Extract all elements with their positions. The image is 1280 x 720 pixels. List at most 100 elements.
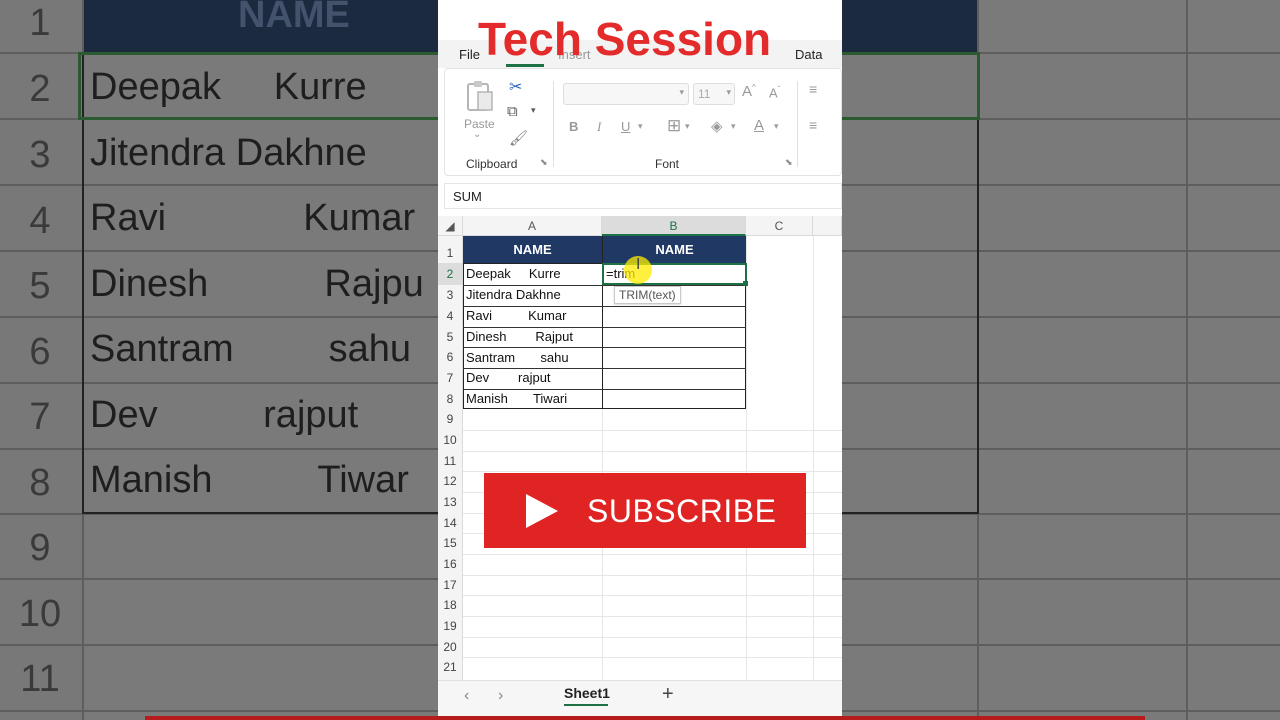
fill-handle[interactable] (743, 281, 748, 286)
underline-button[interactable]: U (621, 119, 630, 134)
format-painter-icon[interactable]: 🖌 (509, 129, 528, 147)
add-sheet-button[interactable]: + (662, 683, 674, 706)
row-header[interactable]: 1 (438, 236, 463, 263)
fill-color-icon[interactable]: ◈ (711, 117, 723, 135)
column-header-d[interactable] (813, 216, 842, 236)
name-cell[interactable]: Dev rajput (466, 370, 551, 385)
background-row-number: 4 (29, 200, 51, 242)
chevron-down-icon[interactable]: ▾ (731, 121, 736, 132)
italic-button[interactable]: I (597, 119, 601, 135)
dialog-launcher-icon[interactable]: ⬊ (785, 157, 793, 168)
header-cell-b1[interactable]: NAME (603, 236, 746, 263)
subscribe-button[interactable]: SUBSCRIBE (484, 473, 806, 548)
bold-button[interactable]: B (569, 119, 578, 134)
name-cell[interactable]: Deepak Kurre (466, 266, 561, 281)
background-name-cell: Deepak Kurre (90, 66, 367, 108)
column-header-c[interactable]: C (746, 216, 813, 236)
subscribe-label: SUBSCRIBE (587, 493, 777, 529)
sheet-tab-sheet1[interactable]: Sheet1 (564, 685, 610, 701)
column-header-b[interactable]: B (602, 216, 746, 236)
chevron-left-icon[interactable]: ‹ (464, 687, 469, 705)
row-header[interactable]: 4 (438, 306, 463, 327)
chevron-right-icon[interactable]: › (498, 687, 503, 705)
row-header[interactable]: 8 (438, 389, 463, 409)
row-header[interactable]: 3 (438, 285, 463, 306)
background-row-number: 2 (29, 68, 51, 110)
row-header[interactable]: 13 (438, 492, 463, 513)
background-row-number: 7 (29, 396, 51, 438)
row-header[interactable]: 10 (438, 430, 463, 451)
background-row-number: 9 (29, 527, 51, 569)
excel-window: File Insert Data Paste ⌄ ✂ ⧉ ▾ 🖌 Clipboa… (438, 0, 842, 720)
tab-file[interactable]: File (459, 47, 480, 62)
ribbon-home: Paste ⌄ ✂ ⧉ ▾ 🖌 Clipboard ⬊ ▾ 11 ▾ A^ Aˇ… (444, 68, 842, 176)
row-header[interactable]: 7 (438, 368, 463, 389)
font-size-value: 11 (698, 87, 711, 101)
background-name-cell: Santram sahu (90, 328, 412, 370)
font-group-label: Font (655, 157, 680, 171)
font-color-icon[interactable]: A (754, 117, 764, 134)
name-cell[interactable]: Jitendra Dakhne (466, 287, 561, 302)
dialog-launcher-icon[interactable]: ⬊ (540, 157, 548, 168)
row-header[interactable]: 17 (438, 575, 463, 595)
row-header[interactable]: 11 (438, 451, 463, 471)
increase-font-icon[interactable]: A^ (742, 83, 756, 100)
background-name-cell: Dinesh Rajpu (90, 263, 424, 305)
align-top-icon[interactable]: ≡ (809, 81, 817, 97)
borders-icon[interactable]: ⊞ (667, 116, 681, 136)
chevron-down-icon[interactable]: ▾ (531, 105, 536, 116)
name-cell[interactable]: Dinesh Rajput (466, 329, 573, 344)
align-left-icon[interactable]: ≡ (809, 117, 817, 133)
text-cursor-icon: I (636, 256, 641, 273)
chevron-down-icon: ▾ (679, 87, 684, 97)
decrease-font-icon[interactable]: Aˇ (769, 85, 780, 100)
row-header[interactable]: 6 (438, 347, 463, 368)
row-header[interactable]: 15 (438, 533, 463, 554)
chevron-down-icon: ▾ (726, 87, 731, 97)
name-cell[interactable]: Santram sahu (466, 350, 569, 365)
row-header[interactable]: 16 (438, 554, 463, 575)
background-name-cell: Dev rajput (90, 394, 359, 436)
tab-data[interactable]: Data (795, 47, 822, 62)
row-header[interactable]: 2 (438, 263, 463, 285)
background-row-number: 3 (29, 134, 51, 176)
chevron-down-icon[interactable]: ▾ (638, 121, 643, 132)
copy-icon[interactable]: ⧉ (507, 103, 518, 120)
paste-icon (467, 81, 493, 111)
row-header[interactable]: 20 (438, 637, 463, 657)
row-header[interactable]: 12 (438, 471, 463, 492)
background-row-number: 1 (29, 2, 51, 44)
background-row-number: 5 (29, 265, 51, 307)
row-header[interactable]: 21 (438, 657, 463, 680)
background-name-cell: Manish Tiwar (90, 459, 409, 501)
name-box-value: SUM (453, 189, 482, 204)
font-size-select[interactable]: 11 ▾ (693, 83, 735, 105)
font-family-select[interactable]: ▾ (563, 83, 689, 105)
background-row-number: 11 (20, 658, 60, 700)
name-cell[interactable]: Ravi Kumar (466, 308, 566, 323)
clipboard-group-label: Clipboard (466, 157, 518, 171)
chevron-down-icon[interactable]: ▾ (685, 121, 690, 132)
chevron-down-icon[interactable]: ⌄ (473, 129, 481, 140)
row-header[interactable]: 5 (438, 327, 463, 347)
worksheet-grid: ◢ A B C 1 2 3 4 5 6 7 8 9 10 11 12 13 14… (438, 216, 842, 680)
background-row-number: 6 (29, 331, 51, 373)
row-header[interactable]: 9 (438, 409, 463, 430)
row-header[interactable]: 18 (438, 595, 463, 616)
paste-button[interactable]: Paste (463, 77, 497, 137)
row-header[interactable]: 19 (438, 616, 463, 637)
header-cell-a1[interactable]: NAME (463, 236, 602, 263)
row-header[interactable]: 14 (438, 513, 463, 533)
bottom-progress-strip (145, 716, 1145, 720)
background-row-number: 8 (29, 462, 51, 504)
video-title-overlay: Tech Session (478, 13, 772, 65)
column-header-a[interactable]: A (463, 216, 602, 236)
background-name-cell: Jitendra Dakhne (90, 132, 367, 174)
name-box[interactable]: SUM (444, 183, 842, 209)
select-all-corner[interactable]: ◢ (438, 216, 463, 236)
function-tooltip[interactable]: TRIM(text) (614, 286, 681, 304)
background-name-cell: Ravi Kumar (90, 197, 416, 239)
chevron-down-icon[interactable]: ▾ (774, 121, 779, 132)
name-cell[interactable]: Manish Tiwari (466, 391, 567, 406)
cut-icon[interactable]: ✂ (509, 77, 522, 97)
